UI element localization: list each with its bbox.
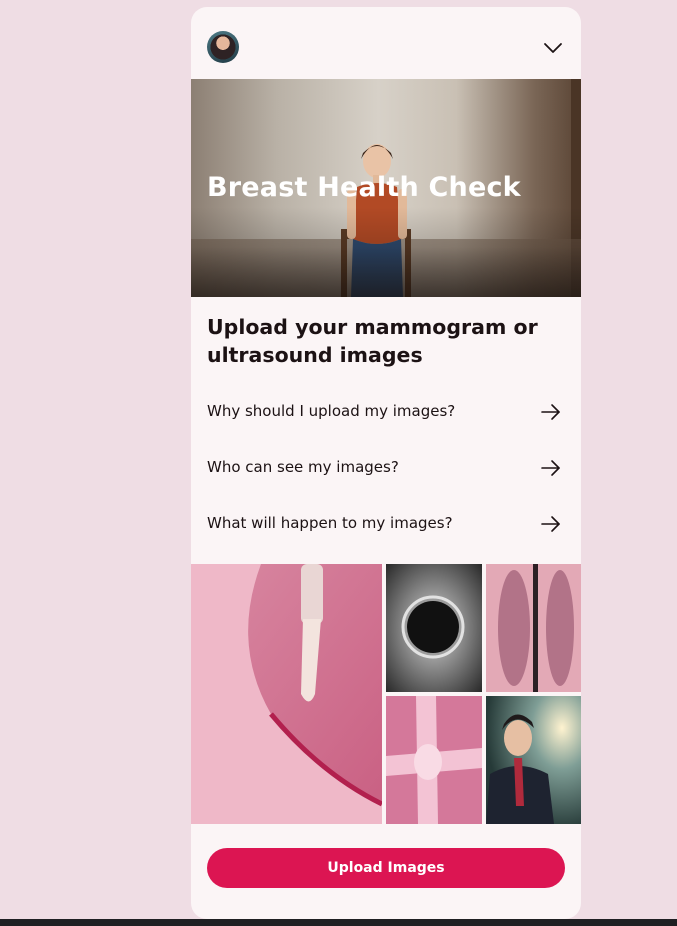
faq-item-why-upload[interactable]: Why should I upload my images?: [191, 390, 581, 434]
faq-label: Who can see my images?: [207, 458, 399, 476]
faq-label: Why should I upload my images?: [207, 402, 456, 420]
hero-overlay: [191, 207, 581, 297]
faq-label: What will happen to my images?: [207, 514, 453, 532]
gallery-image-tissue-probe: [191, 564, 382, 824]
bottom-bar: [0, 919, 677, 926]
upload-images-button[interactable]: Upload Images: [207, 848, 565, 888]
upload-heading: Upload your mammogram or ultrasound imag…: [207, 315, 538, 367]
faq-item-who-can-see[interactable]: Who can see my images?: [191, 446, 581, 490]
gallery-image-circular-scan: [386, 564, 482, 692]
gallery-image-ultrasound-strips: [486, 564, 581, 692]
main-card: Breast Health Check Upload your mammogra…: [191, 7, 581, 919]
image-gallery: [191, 564, 581, 824]
arrow-right-icon: [541, 404, 560, 420]
top-bar: [191, 7, 581, 79]
gallery-image-bone-xray: [386, 696, 482, 824]
gallery-image-man-in-suit: [486, 696, 581, 824]
chevron-down-icon[interactable]: [543, 41, 563, 55]
arrow-right-icon: [541, 516, 560, 532]
user-avatar[interactable]: [207, 31, 239, 63]
arrow-right-icon: [541, 460, 560, 476]
faq-item-what-happens[interactable]: What will happen to my images?: [191, 502, 581, 546]
hero-title: Breast Health Check: [207, 172, 521, 203]
